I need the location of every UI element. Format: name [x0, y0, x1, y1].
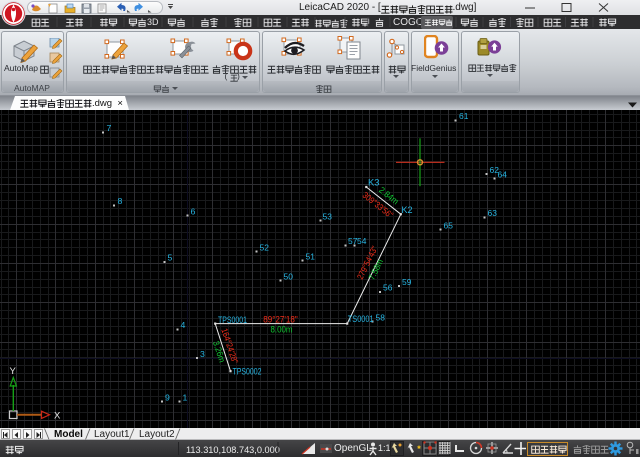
svg-text:8: 8 [118, 196, 123, 206]
svg-text:52: 52 [260, 243, 270, 253]
svg-text:54: 54 [357, 236, 367, 246]
svg-text:64: 64 [498, 170, 508, 180]
svg-text:58: 58 [376, 313, 386, 323]
svg-text:59: 59 [402, 277, 412, 287]
svg-text:5: 5 [168, 253, 173, 263]
svg-text:3: 3 [200, 349, 205, 359]
svg-text:TS0001: TS0001 [348, 314, 374, 324]
svg-text:61: 61 [459, 111, 469, 121]
svg-text:K2: K2 [402, 205, 413, 215]
svg-text:7: 7 [107, 123, 112, 133]
svg-text:Y: Y [10, 366, 17, 377]
svg-text:TPS0002: TPS0002 [233, 366, 262, 376]
svg-text:63: 63 [488, 208, 498, 218]
svg-text:8.00m: 8.00m [271, 325, 293, 335]
svg-text:56: 56 [383, 283, 393, 293]
svg-text:50: 50 [284, 272, 294, 282]
svg-text:53: 53 [323, 212, 333, 222]
svg-text:89°27'18": 89°27'18" [263, 314, 298, 324]
svg-text:K3: K3 [368, 178, 380, 188]
svg-text:TPS0001: TPS0001 [218, 315, 247, 325]
svg-text:1: 1 [183, 393, 188, 403]
svg-text:9: 9 [165, 393, 170, 403]
svg-text:X: X [54, 411, 61, 422]
svg-text:6: 6 [191, 207, 196, 217]
svg-text:51: 51 [306, 252, 316, 262]
svg-text:65: 65 [444, 221, 454, 231]
svg-text:4: 4 [181, 320, 186, 330]
